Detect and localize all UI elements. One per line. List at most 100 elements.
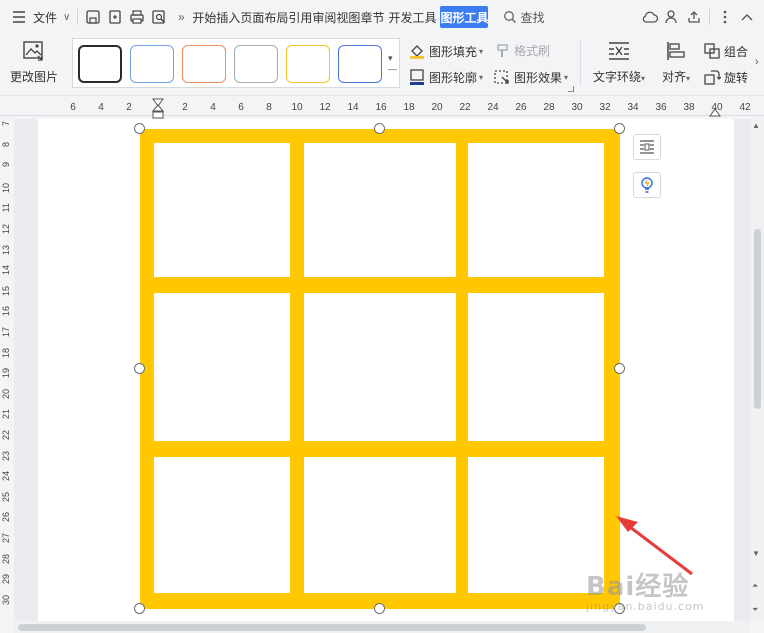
dropdown-arrow-icon: ▾ [479, 72, 484, 82]
print-preview-icon[interactable] [148, 6, 170, 28]
shape-style-1[interactable] [78, 45, 122, 83]
ruler-tick-label: 26 [515, 102, 527, 113]
group-button[interactable]: 组合 [703, 42, 748, 60]
resize-handle-top-right[interactable] [614, 123, 625, 134]
ruler-tick-label: 16 [375, 102, 387, 113]
ruler-tick-label: 14 [347, 102, 359, 113]
shape-style-5[interactable] [286, 45, 330, 83]
ruler-tick-label: 19 [1, 368, 11, 379]
ruler-tick-label: 21 [1, 409, 11, 420]
text-wrap-label: 文字环绕 [592, 70, 641, 84]
ribbon-scroll-right-icon[interactable]: › [755, 56, 759, 68]
tab-chapter[interactable]: 章节 [360, 6, 384, 28]
resize-handle-top-left[interactable] [134, 123, 145, 134]
dialog-launcher-icon[interactable] [568, 86, 574, 92]
ruler-tick-label: 34 [627, 102, 639, 113]
ruler-tick-label: 16 [1, 306, 11, 317]
indent-marker-icon[interactable] [152, 98, 164, 120]
resize-handle-top[interactable] [374, 123, 385, 134]
cloud-sync-icon[interactable] [639, 6, 661, 28]
resize-handle-bottom-left[interactable] [134, 603, 145, 614]
ruler-tick-label: 29 [1, 574, 11, 585]
shape-outline-button[interactable]: 图形轮廓 ▾ [408, 68, 483, 86]
tab-picture-tools[interactable]: 图形工具 [440, 6, 489, 28]
ruler-tick-label: 36 [655, 102, 667, 113]
tab-review[interactable]: 审阅 [312, 6, 336, 28]
ruler-tick-label: 23 [1, 450, 11, 461]
change-picture-button[interactable]: 更改图片 [6, 40, 62, 85]
ruler-tick-label: 42 [739, 102, 751, 113]
resize-handle-bottom[interactable] [374, 603, 385, 614]
ruler-tick-label: 10 [1, 182, 11, 193]
tab-insert[interactable]: 插入 [216, 6, 240, 28]
shape-style-4[interactable] [234, 45, 278, 83]
smart-suggestions-button[interactable] [633, 172, 661, 198]
tab-page-layout[interactable]: 页面布局 [240, 6, 288, 28]
ruler-tick-label: 20 [431, 102, 443, 113]
align-text: 对齐▾ [662, 68, 690, 85]
export-pdf-icon[interactable] [104, 6, 126, 28]
styles-more-icon[interactable]: ▾ ― [388, 53, 397, 74]
grid-cell [468, 143, 604, 277]
watermark-brand: Bai经验 [586, 572, 690, 602]
scroll-down-icon[interactable]: ▼ [752, 549, 760, 558]
next-page-icon[interactable]: ⏷ [752, 605, 758, 615]
shape-style-3[interactable] [182, 45, 226, 83]
vertical-scroll-thumb[interactable] [754, 229, 761, 409]
ruler-tick-label: 15 [1, 285, 11, 296]
share-user-icon[interactable] [661, 6, 683, 28]
text-wrap-button[interactable]: 文字环绕▾ [588, 40, 650, 85]
vertical-ruler[interactable]: 7 8 9 10 11 12 13 14 15 16 17 18 19 20 21 22 23 24 25 26 27 2… [0, 119, 14, 619]
grid-cell [154, 143, 290, 277]
share-icon[interactable] [683, 6, 705, 28]
print-icon[interactable] [126, 6, 148, 28]
title-right-tools [639, 6, 764, 28]
layout-options-button[interactable] [633, 134, 661, 160]
change-picture-icon [23, 41, 43, 61]
ruler-tick-label: 26 [1, 512, 11, 523]
more-chevron-icon[interactable]: » [170, 6, 192, 28]
ruler-tick-label: 40 [711, 102, 723, 113]
save-icon[interactable] [82, 6, 104, 28]
horizontal-scrollbar[interactable] [14, 621, 750, 633]
tab-view[interactable]: 视图 [336, 6, 360, 28]
ruler-tick-label: 11 [1, 203, 11, 213]
prev-page-icon[interactable]: ⏶ [752, 581, 758, 591]
rotate-label: 旋转 [724, 70, 749, 85]
hamburger-menu-icon[interactable] [8, 6, 30, 28]
align-label: 对齐 [661, 70, 686, 84]
shape-style-6[interactable] [338, 45, 382, 83]
grid-cell [154, 293, 290, 441]
ribbon-tabs: 开始 插入 页面布局 引用 审阅 视图 章节 开发工具 图形工具 [192, 6, 489, 28]
shape-outline-icon [410, 69, 424, 85]
horizontal-scroll-thumb[interactable] [18, 624, 646, 631]
grid-shape[interactable] [140, 129, 620, 609]
ruler-tick-label: 4 [210, 102, 216, 113]
format-painter-label: 格式刷 [514, 44, 551, 58]
ruler-tick-label: 12 [319, 102, 331, 113]
layout-options-icon [640, 140, 654, 154]
shape-effects-button[interactable]: 图形效果 ▾ [493, 68, 568, 86]
search-button[interactable]: 查找 [500, 6, 547, 28]
vertical-scrollbar[interactable]: ▲ ▼ ⏶ ⏷ [750, 119, 764, 621]
more-options-icon[interactable] [714, 6, 736, 28]
file-menu[interactable]: 文件 ∨ [30, 6, 73, 28]
shape-fill-button[interactable]: 图形填充 ▾ [408, 42, 483, 60]
align-button[interactable]: 对齐▾ [656, 40, 696, 85]
ruler-tick-label: 12 [1, 224, 11, 235]
resize-handle-left[interactable] [134, 363, 145, 374]
shape-fill-label: 图形填充 [429, 44, 478, 59]
resize-handle-right[interactable] [614, 363, 625, 374]
watermark-url: jingyan.baidu.com [586, 600, 705, 613]
tab-references[interactable]: 引用 [288, 6, 312, 28]
rotate-button[interactable]: 旋转 [703, 68, 748, 86]
scroll-up-icon[interactable]: ▲ [752, 121, 760, 130]
collapse-ribbon-icon[interactable] [736, 6, 758, 28]
tab-home[interactable]: 开始 [192, 6, 216, 28]
shape-style-2[interactable] [130, 45, 174, 83]
ruler-tick-label: 30 [571, 102, 583, 113]
lightbulb-icon [641, 177, 653, 193]
tab-developer[interactable]: 开发工具 [388, 6, 436, 28]
format-painter-button[interactable]: 格式刷 [495, 42, 550, 59]
horizontal-ruler[interactable]: 6 4 2 2 4 6 8 10 12 14 16 18 20 22 24 26 28 30 32 34 36 38 40 4… [0, 97, 764, 119]
